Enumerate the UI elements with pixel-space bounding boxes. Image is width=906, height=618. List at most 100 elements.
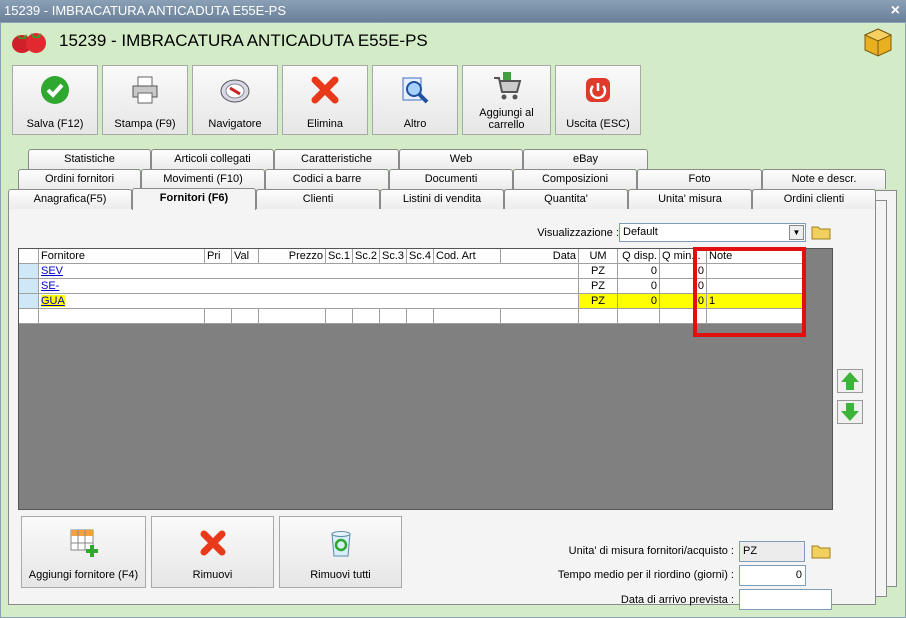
tab-web[interactable]: Web: [399, 149, 523, 169]
exit-button[interactable]: Uscita (ESC): [555, 65, 641, 135]
cell-q-disp[interactable]: 0: [618, 279, 660, 294]
col-sc1[interactable]: Sc.1: [326, 249, 353, 264]
cell-um[interactable]: PZ: [579, 264, 618, 279]
save-button[interactable]: Salva (F12): [12, 65, 98, 135]
folder-icon[interactable]: [811, 223, 831, 241]
page-title: 15239 - IMBRACATURA ANTICADUTA E55E-PS: [59, 31, 428, 50]
table-row[interactable]: SE-: [39, 279, 579, 294]
add-to-cart-label: Aggiungi al carrello: [479, 107, 534, 131]
compass-icon: [220, 79, 250, 103]
col-data[interactable]: Data: [501, 249, 579, 264]
x-icon: [200, 530, 225, 556]
tab-caratteristiche[interactable]: Caratteristiche: [274, 149, 399, 169]
folder-icon[interactable]: [811, 542, 831, 560]
printer-icon: [132, 76, 158, 104]
tab-unita-misura[interactable]: Unita' misura: [628, 189, 752, 209]
new-row-cell[interactable]: [205, 309, 232, 324]
supplier-link[interactable]: SE-: [41, 280, 59, 292]
add-supplier-button[interactable]: Aggiungi fornitore (F4): [21, 516, 146, 588]
tab-articoli-collegati[interactable]: Articoli collegati: [151, 149, 274, 169]
table-row[interactable]: GUA: [39, 294, 579, 309]
col-sc4[interactable]: Sc.4: [407, 249, 434, 264]
visualization-label: Visualizzazione :: [537, 227, 619, 239]
col-um[interactable]: UM: [579, 249, 618, 264]
tab-note-e-descr[interactable]: Note e descr.: [762, 169, 886, 189]
tab-documenti[interactable]: Documenti: [389, 169, 513, 189]
tab-quantita[interactable]: Quantita': [504, 189, 628, 209]
tempo-field[interactable]: 0: [739, 565, 806, 586]
tab-movimenti[interactable]: Movimenti (F10): [141, 169, 265, 189]
tab-clienti[interactable]: Clienti: [256, 189, 380, 209]
new-row-cell[interactable]: [326, 309, 353, 324]
more-button[interactable]: Altro: [372, 65, 458, 135]
row-indicator[interactable]: [19, 264, 39, 279]
tab-listini-di-vendita[interactable]: Listini di vendita: [380, 189, 504, 209]
cell-q-disp[interactable]: 0: [618, 294, 660, 309]
delete-button[interactable]: Elimina: [282, 65, 368, 135]
new-row-cell[interactable]: [434, 309, 501, 324]
window-titlebar: 15239 - IMBRACATURA ANTICADUTA E55E-PS ×: [0, 0, 906, 22]
supplier-link[interactable]: SEV: [41, 265, 63, 277]
tab-statistiche[interactable]: Statistiche: [28, 149, 151, 169]
tab-fornitori[interactable]: Fornitori (F6): [132, 188, 256, 210]
row-indicator[interactable]: [19, 294, 39, 309]
col-cod-art[interactable]: Cod. Art: [434, 249, 501, 264]
data-arrivo-label: Data di arrivo prevista :: [620, 594, 734, 606]
tab-ebay[interactable]: eBay: [523, 149, 648, 169]
cell-um[interactable]: PZ: [579, 279, 618, 294]
visualization-value: Default: [623, 226, 658, 238]
cell-um[interactable]: PZ: [579, 294, 618, 309]
tab-composizioni[interactable]: Composizioni: [513, 169, 637, 189]
annotation-highlight-box: [693, 247, 806, 337]
tab-anagrafica[interactable]: Anagrafica(F5): [8, 189, 132, 209]
tab-ordini-clienti[interactable]: Ordini clienti: [752, 189, 876, 209]
new-row-cell[interactable]: [579, 309, 618, 324]
col-prezzo[interactable]: Prezzo: [259, 249, 326, 264]
new-row-cell[interactable]: [353, 309, 380, 324]
new-row-cell[interactable]: [380, 309, 407, 324]
more-label: Altro: [403, 118, 427, 130]
add-to-cart-button[interactable]: Aggiungi al carrello: [462, 65, 551, 135]
um-field[interactable]: PZ: [739, 541, 805, 562]
close-icon[interactable]: ×: [891, 0, 900, 22]
tab-codici-a-barre[interactable]: Codici a barre: [265, 169, 389, 189]
supplier-link[interactable]: GUA: [41, 295, 65, 307]
col-pri[interactable]: Pri: [205, 249, 232, 264]
arrow-down-icon[interactable]: [837, 400, 863, 424]
col-sc3[interactable]: Sc.3: [380, 249, 407, 264]
arrow-up-icon[interactable]: [837, 369, 863, 393]
exit-label: Uscita (ESC): [566, 118, 630, 130]
col-sc2[interactable]: Sc.2: [353, 249, 380, 264]
navigator-button[interactable]: Navigatore: [192, 65, 278, 135]
um-label: Unita' di misura fornitori/acquisto :: [568, 545, 734, 557]
cell-q-disp[interactable]: 0: [618, 264, 660, 279]
table-row[interactable]: SEV: [39, 264, 579, 279]
main-window: 15239 - IMBRACATURA ANTICADUTA E55E-PS S…: [0, 22, 906, 618]
row-indicator[interactable]: [19, 279, 39, 294]
remove-all-button[interactable]: Rimuovi tutti: [279, 516, 402, 588]
col-val[interactable]: Val: [232, 249, 259, 264]
visualization-select[interactable]: Default ▼: [619, 223, 806, 242]
data-arrivo-field[interactable]: [739, 589, 832, 610]
check-icon: [41, 76, 69, 104]
new-row-cell[interactable]: [232, 309, 259, 324]
remove-button[interactable]: Rimuovi: [151, 516, 274, 588]
new-row-cell[interactable]: [39, 309, 205, 324]
add-grid-icon: [70, 529, 98, 557]
save-label: Salva (F12): [26, 118, 84, 130]
new-row-cell[interactable]: [501, 309, 579, 324]
new-row-cell[interactable]: [407, 309, 434, 324]
new-row-cell[interactable]: [618, 309, 660, 324]
row-indicator[interactable]: [19, 309, 39, 324]
col-q-disp[interactable]: Q disp.: [618, 249, 660, 264]
print-button[interactable]: Stampa (F9): [102, 65, 188, 135]
tab-foto[interactable]: Foto: [637, 169, 762, 189]
cube-icon[interactable]: [863, 27, 893, 57]
x-icon: [311, 76, 339, 104]
window-title: 15239 - IMBRACATURA ANTICADUTA E55E-PS: [4, 3, 286, 18]
col-fornitore[interactable]: Fornitore: [39, 249, 205, 264]
chevron-down-icon[interactable]: ▼: [789, 225, 804, 240]
tab-ordini-fornitori[interactable]: Ordini fornitori: [18, 169, 141, 189]
strawberry-logo-icon: [12, 33, 46, 53]
new-row-cell[interactable]: [259, 309, 326, 324]
